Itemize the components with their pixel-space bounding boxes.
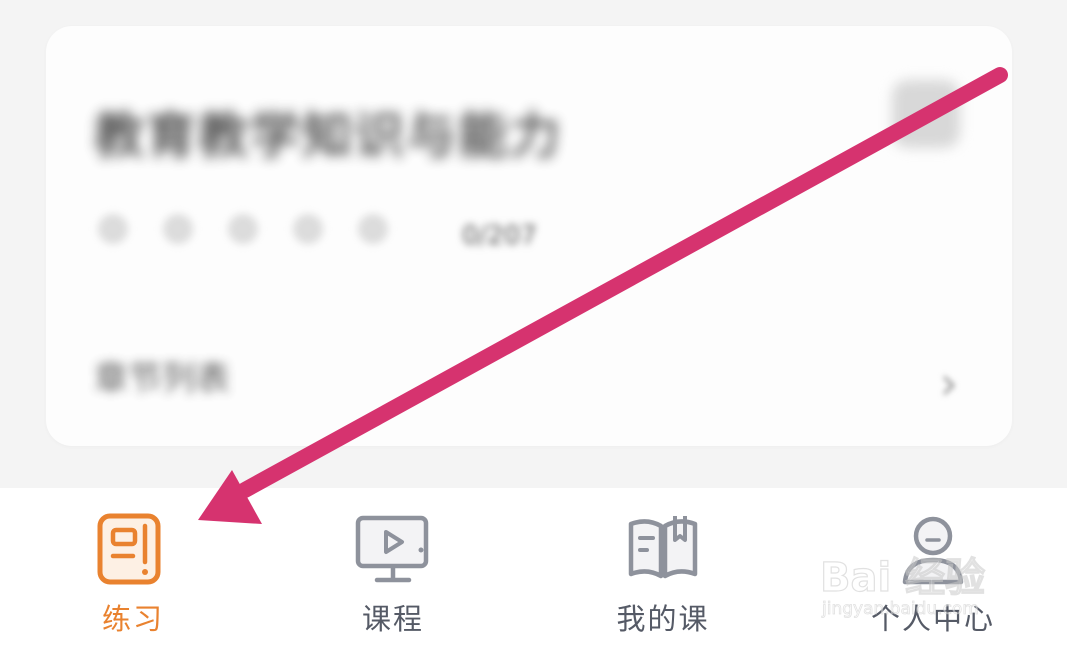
video-course-icon [355,515,429,583]
book-icon [628,516,698,579]
rating-stars [98,214,388,244]
subject-card[interactable]: 教育教学知识与能力 0/207 章节列表 › [46,26,1012,446]
practice-icon [97,513,161,585]
card-badge-icon [892,80,960,148]
tab-courses-label: 课程 [361,602,424,636]
bottom-tab-bar: 练习 课程 我的课 个人中心 [0,488,1067,645]
tab-practice-label: 练习 [101,602,164,636]
star-icon [293,214,323,244]
chevron-right-icon: › [939,356,958,410]
star-icon [228,214,258,244]
chapter-list-link[interactable]: 章节列表 [94,351,230,400]
tab-profile-label: 个人中心 [870,602,995,636]
card-title: 教育教学知识与能力 [94,107,562,165]
app-screen: 教育教学知识与能力 0/207 章节列表 › 练习 课程 我的课 个人中心 Ba… [0,0,1067,645]
tab-my-courses-label: 我的课 [616,602,710,636]
tab-practice[interactable]: 练习 [0,488,266,645]
star-icon [358,214,388,244]
star-icon [98,214,128,244]
tab-profile[interactable]: 个人中心 [800,488,1066,645]
star-icon [163,214,193,244]
tab-my-courses[interactable]: 我的课 [530,488,796,645]
progress-score: 0/207 [462,221,537,251]
profile-icon [902,516,964,585]
tab-courses[interactable]: 课程 [260,488,526,645]
